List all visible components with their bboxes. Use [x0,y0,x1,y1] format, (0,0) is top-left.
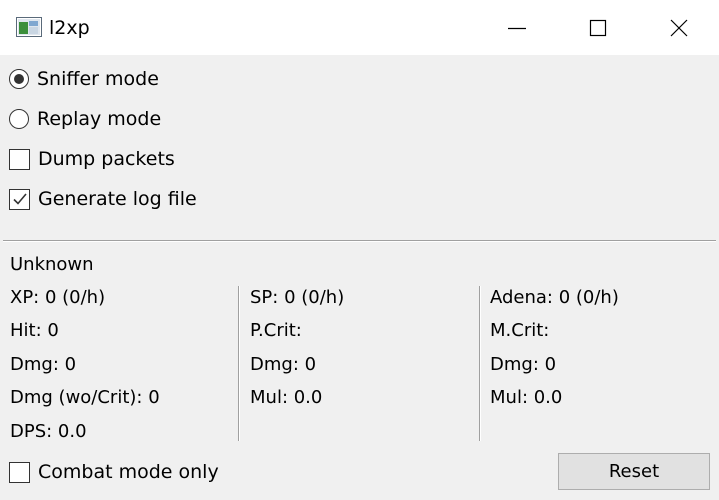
sniffer-mode-radio[interactable]: Sniffer mode [9,66,159,92]
p-crit-value: P.Crit: [250,320,302,341]
status-text: Unknown [10,254,94,275]
radio-selected-icon[interactable] [9,69,29,89]
app-window: l2xp Sniffer mode Replay mode Dump packe [0,0,719,500]
minimize-icon [508,27,526,29]
maximize-button[interactable] [558,0,638,55]
checkmark-icon [12,193,27,205]
hit-value: Hit: 0 [10,320,59,341]
xp-value: XP: 0 (0/h) [10,287,106,308]
checkbox-unchecked-icon[interactable] [9,461,30,483]
dump-packets-label[interactable]: Dump packets [38,146,175,172]
app-window-icon [16,17,42,37]
column-divider [238,286,240,441]
minimize-button[interactable] [477,0,557,55]
dump-packets-checkbox[interactable]: Dump packets [9,146,175,172]
sniffer-mode-label[interactable]: Sniffer mode [37,66,159,92]
adena-value: Adena: 0 (0/h) [490,287,619,308]
checkbox-unchecked-icon[interactable] [9,148,30,170]
section-separator [3,240,716,242]
dps-value: DPS: 0.0 [10,421,87,442]
m-crit-dmg-value: Dmg: 0 [490,354,557,375]
close-button[interactable] [639,0,719,55]
title-bar[interactable]: l2xp [0,0,719,55]
column-divider [479,286,481,441]
checkbox-checked-icon[interactable] [9,188,30,210]
m-crit-value: M.Crit: [490,320,550,341]
close-icon [670,19,688,36]
m-crit-mul-value: Mul: 0.0 [490,387,563,408]
p-crit-mul-value: Mul: 0.0 [250,387,323,408]
replay-mode-radio[interactable]: Replay mode [9,106,161,132]
dmg-value: Dmg: 0 [10,354,77,375]
maximize-icon [589,19,607,36]
generate-log-checkbox[interactable]: Generate log file [9,186,197,212]
combat-mode-checkbox[interactable]: Combat mode only [9,459,219,485]
generate-log-label[interactable]: Generate log file [38,186,197,212]
reset-button[interactable]: Reset [558,453,710,490]
dmg-wo-crit-value: Dmg (wo/Crit): 0 [10,387,160,408]
sp-value: SP: 0 (0/h) [250,287,345,308]
window-title: l2xp [49,17,90,39]
radio-unselected-icon[interactable] [9,109,29,129]
p-crit-dmg-value: Dmg: 0 [250,354,317,375]
combat-mode-label[interactable]: Combat mode only [38,459,219,485]
replay-mode-label[interactable]: Replay mode [37,106,161,132]
